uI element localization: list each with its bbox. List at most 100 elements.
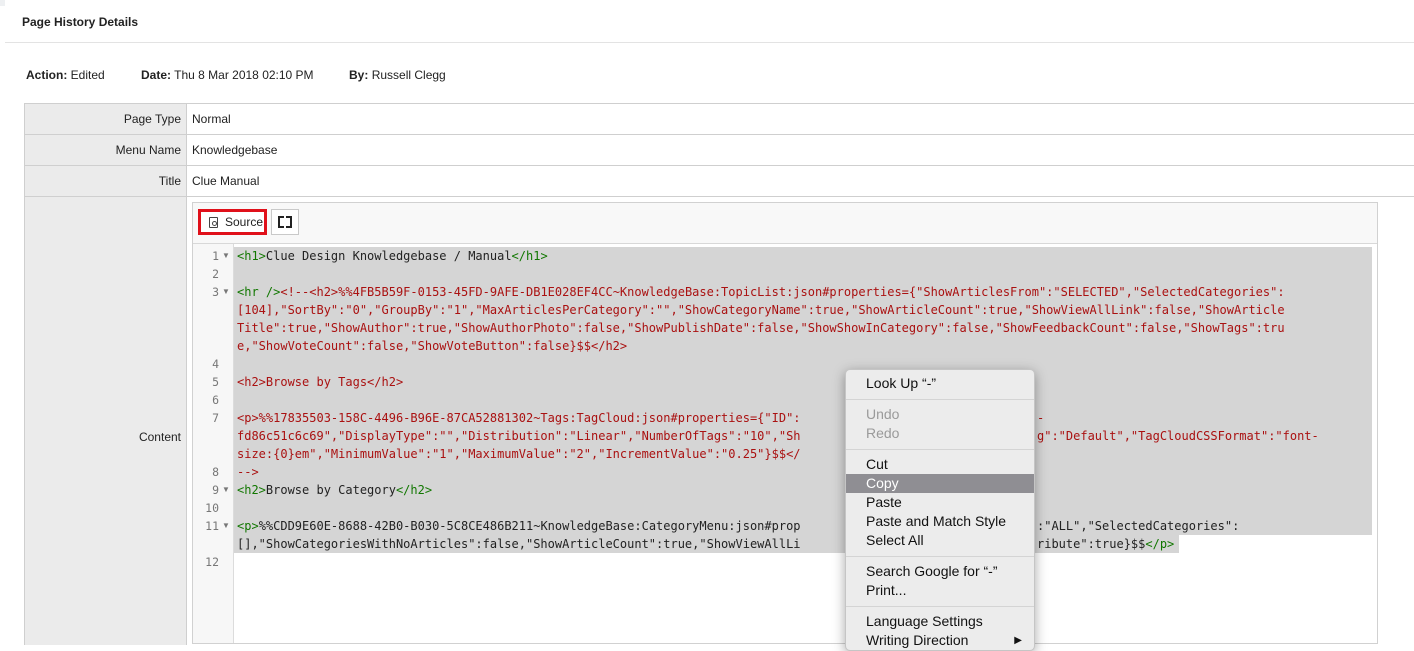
code-token: ribute":true}$$ — [1037, 537, 1146, 551]
menu-item-language-settings[interactable]: Language Settings — [846, 612, 1034, 631]
code-token: </h2> — [395, 483, 433, 497]
menu-item-label: Look Up “-” — [866, 375, 937, 391]
code-token: <h1> — [237, 249, 266, 263]
line-number: 9 — [212, 483, 219, 497]
menu-item-copy[interactable]: Copy — [846, 474, 1034, 493]
line-number: 4 — [212, 357, 219, 371]
code-token: Browse by Category — [265, 483, 396, 497]
code-line: <hr /><!--<h2>%%4FB5B59F-0153-45FD-9AFE-… — [237, 283, 1285, 301]
code-line: [104],"SortBy":"0","GroupBy":"1","MaxArt… — [237, 303, 1285, 317]
maximize-button[interactable] — [271, 209, 299, 235]
code-token: <!--<h2>%%4FB5B59F-0153-45FD-9AFE-DB1E02… — [280, 285, 1285, 299]
by-value: Russell Clegg — [371, 68, 446, 82]
maximize-icon-part — [278, 222, 284, 228]
menu-item-label: Undo — [866, 406, 900, 422]
menu-item-redo: Redo — [846, 424, 1034, 443]
row-label: Menu Name — [25, 135, 187, 165]
row-label: Title — [25, 166, 187, 196]
by-label: By: — [349, 68, 369, 82]
code-area[interactable]: <h1>Clue Design Knowledgebase / Manual</… — [234, 244, 1372, 643]
meta-date: Date: Thu 8 Mar 2018 02:10 PM — [141, 68, 314, 82]
submenu-arrow-icon: ▶ — [1014, 635, 1022, 646]
code-line: Title":true,"ShowAuthor":true,"ShowAutho… — [237, 321, 1285, 335]
menu-item-label: Language Settings — [866, 613, 983, 629]
menu-item-label: Paste — [866, 494, 902, 510]
row-menu-name: Menu Name Knowledgebase — [25, 135, 1414, 166]
menu-item-label: Writing Direction — [866, 632, 969, 648]
menu-item-search-google[interactable]: Search Google for “-” — [846, 562, 1034, 581]
menu-item-print[interactable]: Print... — [846, 581, 1034, 600]
action-label: Action: — [26, 68, 68, 82]
menu-item-label: Paste and Match Style — [866, 513, 1007, 529]
code-line: e,"ShowVoteCount":false,"ShowVoteButton"… — [237, 339, 628, 353]
code-line: g":"Default","TagCloudCSSFormat":"font- — [1037, 429, 1319, 443]
row-label: Page Type — [25, 104, 187, 134]
line-number: 6 — [212, 393, 219, 407]
code-line: fd86c51c6c69","DisplayType":"","Distribu… — [237, 429, 801, 443]
menu-item-paste-match-style[interactable]: Paste and Match Style — [846, 512, 1034, 531]
menu-item-select-all[interactable]: Select All — [846, 531, 1034, 550]
meta-action: Action: Edited — [26, 68, 105, 82]
code-line: - — [1037, 411, 1045, 425]
menu-item-label: Cut — [866, 456, 888, 472]
code-token: Clue Design Knowledgebase / Manual — [265, 249, 512, 263]
code-token: <hr /> — [237, 285, 281, 299]
maximize-icon-part — [286, 222, 292, 228]
menu-item-label: Select All — [866, 532, 924, 548]
code-token: <h2> — [237, 483, 266, 497]
menu-item-undo: Undo — [846, 405, 1034, 424]
code-token: <p> — [237, 519, 259, 533]
title-divider — [5, 42, 1414, 43]
menu-item-label: Search Google for “-” — [866, 563, 998, 579]
code-line: <p>%%CDD9E60E-8688-42B0-B030-5C8CE486B21… — [237, 517, 801, 535]
code-line: size:{0}em","MinimumValue":"1","MaximumV… — [237, 447, 801, 461]
line-number: 1 — [212, 249, 219, 263]
code-token: </h1> — [511, 249, 548, 263]
menu-separator — [846, 399, 1034, 400]
menu-separator — [846, 606, 1034, 607]
date-label: Date: — [141, 68, 172, 82]
code-line: <h1>Clue Design Knowledgebase / Manual</… — [237, 247, 548, 265]
code-line: :"ALL","SelectedCategories": — [1037, 519, 1240, 533]
fold-arrow-icon[interactable]: ▼ — [222, 247, 230, 265]
menu-separator — [846, 449, 1034, 450]
menu-separator — [846, 556, 1034, 557]
fold-arrow-icon[interactable]: ▼ — [222, 481, 230, 499]
menu-item-look-up[interactable]: Look Up “-” — [846, 374, 1034, 393]
row-title: Title Clue Manual — [25, 166, 1414, 197]
details-table: Page Type Normal Menu Name Knowledgebase… — [24, 103, 1414, 645]
row-value: Clue Manual — [192, 174, 260, 188]
context-menu: Look Up “-” Undo Redo Cut Copy Paste Pas… — [845, 369, 1035, 651]
action-value: Edited — [70, 68, 105, 82]
modal-title: Page History Details — [22, 15, 139, 29]
source-icon — [209, 217, 218, 228]
code-token: </p> — [1145, 537, 1175, 551]
line-number: 10 — [205, 501, 219, 515]
source-button[interactable]: Source — [198, 209, 267, 235]
code-line: <h2>Browse by Tags</h2> — [237, 375, 404, 389]
line-number-gutter: 1 ▼ 2 3 ▼ 4 5 6 7 8 9 ▼ 10 11 ▼ 12 — [193, 244, 234, 643]
line-number: 12 — [205, 555, 219, 569]
menu-item-paste[interactable]: Paste — [846, 493, 1034, 512]
date-value: Thu 8 Mar 2018 02:10 PM — [174, 68, 314, 82]
code-line: ribute":true}$$</p> — [1037, 535, 1174, 553]
row-page-type: Page Type Normal — [25, 104, 1414, 135]
menu-item-cut[interactable]: Cut — [846, 455, 1034, 474]
row-label: Content — [25, 197, 187, 645]
meta-by: By: Russell Clegg — [349, 68, 446, 82]
line-number: 11 — [205, 519, 219, 533]
fold-arrow-icon[interactable]: ▼ — [222, 283, 230, 301]
code-line: <h2>Browse by Category</h2> — [237, 481, 432, 499]
line-number: 8 — [212, 465, 219, 479]
line-number: 2 — [212, 267, 219, 281]
line-number: 7 — [212, 411, 219, 425]
code-editor: Source 1 ▼ 2 3 ▼ 4 5 6 7 8 9 ▼ 10 11 ▼ 12 — [192, 202, 1378, 644]
menu-item-label: Copy — [866, 475, 899, 491]
line-number: 5 — [212, 375, 219, 389]
menu-item-label: Redo — [866, 425, 900, 441]
code-line: <p>%%17835503-158C-4496-B96E-87CA5288130… — [237, 411, 801, 425]
row-value: Knowledgebase — [192, 143, 278, 157]
menu-item-writing-direction[interactable]: Writing Direction ▶ — [846, 631, 1034, 650]
fold-arrow-icon[interactable]: ▼ — [222, 517, 230, 535]
page-history-modal: Page History Details Action: Edited Date… — [5, 0, 1414, 645]
